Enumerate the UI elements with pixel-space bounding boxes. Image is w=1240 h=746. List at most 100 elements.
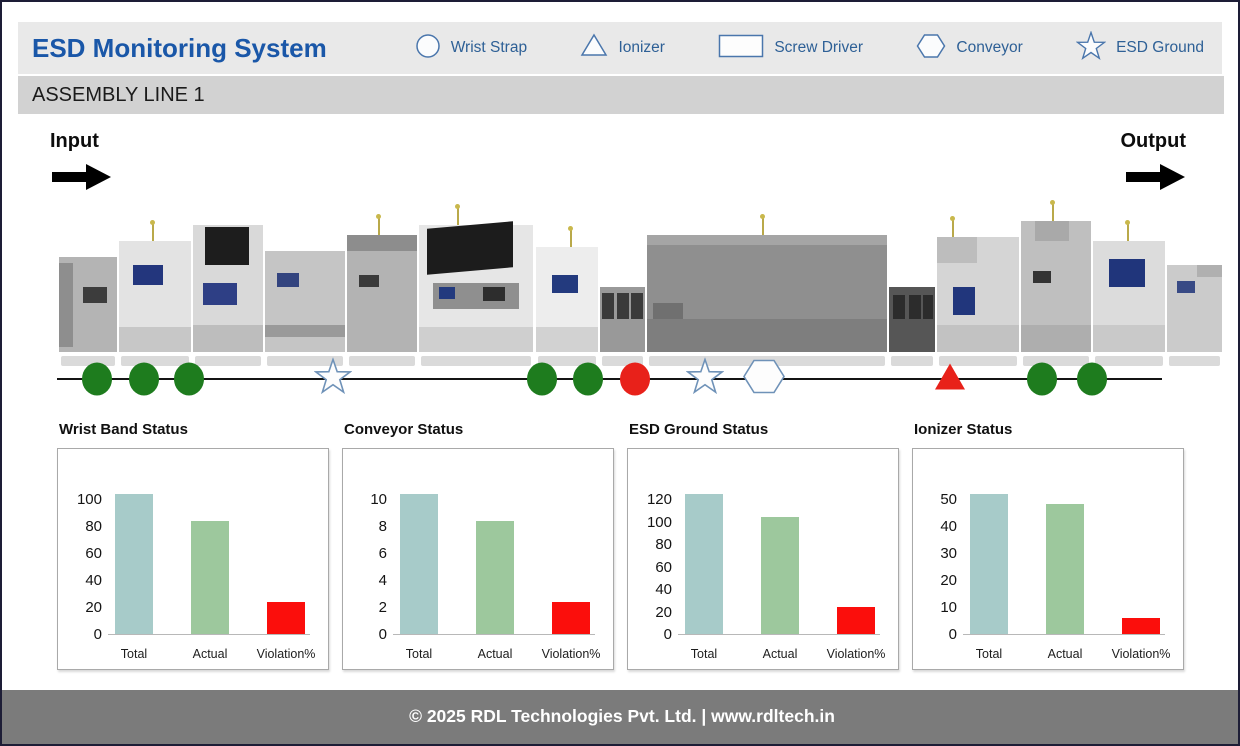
bar-actual [761, 517, 799, 634]
chart-title: Wrist Band Status [59, 421, 329, 439]
machine-part [419, 327, 533, 352]
legend-item-ionizer: Ionizer [580, 33, 665, 63]
machine-part [909, 295, 921, 319]
header: ESD Monitoring System Wrist Strap Ionize… [18, 22, 1222, 74]
bar-total [115, 494, 153, 634]
legend-label: Conveyor [956, 39, 1022, 57]
input-arrow-icon [52, 164, 111, 190]
footer-text: © 2025 RDL Technologies Pvt. Ltd. | www.… [409, 706, 835, 727]
y-tick-label: 20 [913, 572, 957, 590]
machine-part [953, 287, 975, 315]
machine-base-pad [349, 356, 415, 366]
legend-label: ESD Ground [1116, 39, 1204, 57]
machine-part [359, 275, 379, 287]
machine [1021, 221, 1091, 352]
signal-post-icon [1127, 223, 1129, 241]
chart-panel: Wrist Band Status020406080100TotalActual… [57, 421, 329, 670]
status-track-line [57, 378, 1162, 380]
ionizer-triangle-icon [580, 33, 608, 63]
assembly-line-header: ASSEMBLY LINE 1 [18, 76, 1224, 114]
signal-post-icon [1052, 203, 1054, 221]
machine-part [602, 293, 614, 319]
y-tick-label: 6 [343, 545, 387, 563]
machine [889, 287, 935, 352]
status-marker-circle-ok [527, 363, 557, 396]
machine-base-pad [1095, 356, 1163, 366]
screw-driver-rect-icon [718, 34, 764, 63]
bar-total [970, 494, 1008, 634]
legend-label: Ionizer [618, 39, 665, 57]
legend-label: Wrist Strap [451, 39, 527, 57]
machine-part [937, 237, 977, 263]
chart-plot-area: 020406080100TotalActualViolation% [57, 448, 329, 670]
machine-part [265, 325, 345, 337]
x-category-label: Violation% [1103, 647, 1179, 661]
machine-part [483, 287, 505, 301]
x-category-label: Violation% [248, 647, 324, 661]
y-tick-label: 0 [58, 626, 102, 644]
machine [193, 225, 263, 352]
bar-violation [552, 602, 590, 634]
chart-title: Ionizer Status [914, 421, 1184, 439]
y-tick-label: 40 [628, 581, 672, 599]
chart-plot-area: 0246810TotalActualViolation% [342, 448, 614, 670]
output-label: Output [1108, 130, 1186, 153]
machine [536, 247, 598, 352]
chart-panel: ESD Ground Status020406080100120TotalAct… [627, 421, 899, 670]
y-tick-label: 40 [913, 518, 957, 536]
y-tick-label: 10 [913, 599, 957, 617]
machine-part [647, 235, 887, 245]
x-category-label: Actual [742, 647, 818, 661]
y-tick-label: 80 [58, 518, 102, 536]
machine-part [427, 221, 513, 275]
esd-monitoring-page: ESD Monitoring System Wrist Strap Ionize… [0, 0, 1240, 746]
chart-plot-area: 01020304050TotalActualViolation% [912, 448, 1184, 670]
machine-part [1093, 325, 1165, 352]
chart-baseline [963, 634, 1165, 635]
status-marker-circle-ok [573, 363, 603, 396]
y-tick-label: 0 [913, 626, 957, 644]
arrow-head [86, 164, 111, 190]
footer: © 2025 RDL Technologies Pvt. Ltd. | www.… [2, 690, 1240, 746]
x-category-label: Total [96, 647, 172, 661]
chart-plot-area: 020406080100120TotalActualViolation% [627, 448, 899, 670]
machine [59, 257, 117, 352]
legend-item-wrist-strap: Wrist Strap [415, 33, 527, 64]
chart-title: Conveyor Status [344, 421, 614, 439]
y-tick-label: 20 [58, 599, 102, 617]
machine-part [59, 263, 73, 347]
machine-part [1021, 325, 1091, 352]
app-title: ESD Monitoring System [32, 33, 327, 64]
x-category-label: Total [381, 647, 457, 661]
charts-row: Wrist Band Status020406080100TotalActual… [57, 421, 1184, 670]
bar-violation [267, 602, 305, 634]
x-category-label: Actual [457, 647, 533, 661]
status-marker-triangle-violation [933, 362, 967, 397]
status-marker-hexagon-outline [742, 358, 786, 401]
status-marker-circle-ok [1077, 363, 1107, 396]
y-tick-label: 50 [913, 491, 957, 509]
machine-part [1033, 271, 1051, 283]
legend-label: Screw Driver [774, 39, 863, 57]
signal-post-icon [952, 219, 954, 237]
bar-violation [837, 607, 875, 634]
machine-part [631, 293, 643, 319]
chart-title: ESD Ground Status [629, 421, 899, 439]
x-category-label: Total [951, 647, 1027, 661]
conveyor-hexagon-icon [916, 33, 946, 64]
bar-total [400, 494, 438, 634]
legend-item-esd-ground: ESD Ground [1076, 31, 1204, 66]
status-marker-circle-ok [1027, 363, 1057, 396]
y-tick-label: 0 [628, 626, 672, 644]
machine [265, 251, 345, 352]
assembly-line-title: ASSEMBLY LINE 1 [32, 84, 205, 107]
chart-baseline [108, 634, 310, 635]
x-category-label: Violation% [533, 647, 609, 661]
chart-baseline [393, 634, 595, 635]
machine-base-pad [121, 356, 189, 366]
machine-part [205, 227, 249, 265]
status-marker-circle-ok [82, 363, 112, 396]
machine-part [83, 287, 107, 303]
chart-panel: Ionizer Status01020304050TotalActualViol… [912, 421, 1184, 670]
machine-part [923, 295, 933, 319]
